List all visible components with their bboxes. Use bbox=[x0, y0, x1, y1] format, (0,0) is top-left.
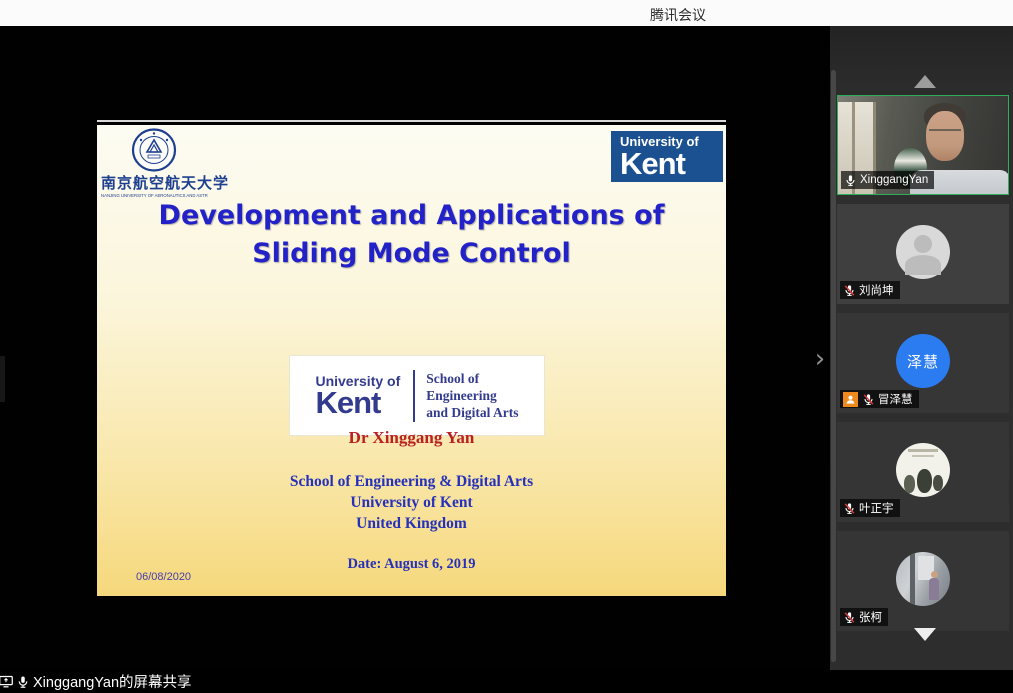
participants-sidebar: XinggangYan 刘尚坤 泽慧 bbox=[830, 26, 1013, 670]
participant-tile-liushangkun[interactable]: 刘尚坤 bbox=[837, 204, 1009, 304]
nuaa-name-chinese: 南京航空航天大学 bbox=[101, 172, 221, 193]
participant-name: XinggangYan bbox=[860, 174, 928, 186]
participant-name: 张柯 bbox=[859, 609, 882, 625]
nuaa-emblem-icon bbox=[131, 128, 177, 172]
photo-avatar-ink-painting bbox=[896, 443, 950, 497]
participant-name-tag: 冒泽慧 bbox=[840, 390, 919, 408]
kent-logo: University of Kent bbox=[611, 131, 723, 182]
presentation-slide: 南京航空航天大学 NANJING UNIVERSITY OF AERONAUTI… bbox=[97, 125, 726, 596]
participant-tile-yezhengyu[interactable]: 叶正宇 bbox=[837, 422, 1009, 522]
kent-school-logo: University of Kent School of Engineering… bbox=[289, 355, 545, 436]
sidebar-collapse-chevron-icon[interactable]: › bbox=[810, 344, 830, 374]
scroll-up-icon[interactable] bbox=[914, 75, 936, 88]
participant-tile-xinggangyan[interactable]: XinggangYan bbox=[837, 95, 1009, 195]
nuaa-logo: 南京航空航天大学 NANJING UNIVERSITY OF AERONAUTI… bbox=[101, 128, 221, 198]
presentation-date: Date: August 6, 2019 bbox=[97, 556, 726, 573]
participant-name: 叶正宇 bbox=[859, 500, 894, 516]
kent-school-logo-school: School of Engineering and Digital Arts bbox=[426, 370, 518, 421]
participant-name-tag: 张柯 bbox=[840, 608, 888, 626]
left-edge-handle[interactable] bbox=[0, 356, 5, 402]
statusbar: XinggangYan的屏幕共享 bbox=[0, 670, 1013, 693]
kent-logo-line2: Kent bbox=[620, 149, 723, 179]
participant-name-tag: 叶正宇 bbox=[840, 499, 900, 517]
affiliation-line1: School of Engineering & Digital Arts bbox=[97, 471, 726, 492]
presenter-name: Dr Xinggang Yan bbox=[97, 428, 726, 448]
slide-title: Development and Applications of Sliding … bbox=[97, 197, 726, 273]
mic-on-icon bbox=[844, 174, 857, 187]
participant-tile-maozehui[interactable]: 泽慧 冒泽慧 bbox=[837, 313, 1009, 413]
participant-name-tag: XinggangYan bbox=[841, 171, 934, 189]
sidebar-scrollbar[interactable] bbox=[831, 70, 836, 662]
affiliation-line2: University of Kent bbox=[97, 492, 726, 513]
mic-muted-icon bbox=[862, 393, 875, 406]
statusbar-mic-icon bbox=[16, 675, 30, 689]
slide-top-edge bbox=[97, 120, 726, 122]
video-person-face bbox=[926, 111, 964, 161]
host-badge-icon bbox=[843, 392, 858, 407]
scroll-down-icon[interactable] bbox=[914, 628, 936, 641]
screen-share-stage: 南京航空航天大学 NANJING UNIVERSITY OF AERONAUTI… bbox=[0, 26, 830, 670]
participant-name: 刘尚坤 bbox=[859, 282, 894, 298]
screen-share-label: XinggangYan的屏幕共享 bbox=[33, 671, 192, 692]
video-person-glasses bbox=[929, 129, 961, 136]
photo-avatar-street bbox=[896, 552, 950, 606]
app-title: 腾讯会议 bbox=[650, 5, 706, 25]
mic-muted-icon bbox=[843, 284, 856, 297]
silhouette-avatar bbox=[896, 225, 950, 279]
screen-share-icon bbox=[0, 674, 14, 689]
slide-footer-date: 06/08/2020 bbox=[136, 571, 191, 583]
meeting-window: 腾讯会议 南京航空航天大学 NANJING UNIVERSITY OF AERO… bbox=[0, 0, 1013, 693]
affiliation-line3: United Kingdom bbox=[97, 513, 726, 534]
slide-title-line2: Sliding Mode Control bbox=[97, 235, 726, 273]
logo-divider bbox=[413, 370, 415, 422]
slide-title-line1: Development and Applications of bbox=[97, 197, 726, 235]
initials-avatar: 泽慧 bbox=[896, 334, 950, 388]
mic-muted-icon bbox=[843, 611, 856, 624]
participant-name-tag: 刘尚坤 bbox=[840, 281, 900, 299]
affiliation-block: School of Engineering & Digital Arts Uni… bbox=[97, 471, 726, 534]
kent-school-logo-university: University of Kent bbox=[315, 374, 400, 417]
participant-name: 冒泽慧 bbox=[878, 391, 913, 407]
avatar-initials: 泽慧 bbox=[907, 351, 939, 372]
window-titlebar: 腾讯会议 bbox=[0, 0, 1013, 26]
participant-tile-zhangke[interactable]: 张柯 bbox=[837, 531, 1009, 631]
mic-muted-icon bbox=[843, 502, 856, 515]
